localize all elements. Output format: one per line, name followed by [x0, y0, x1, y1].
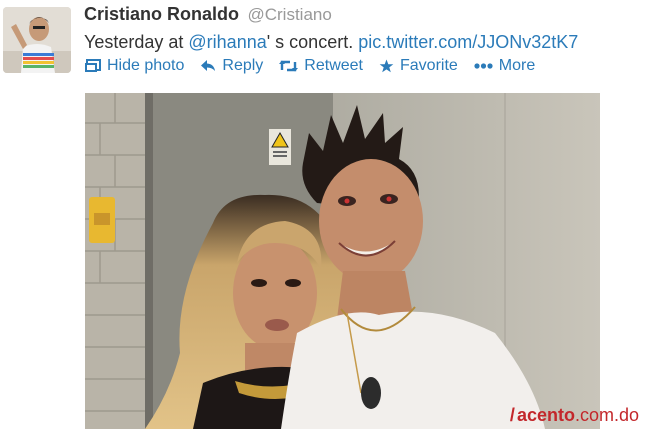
photo-icon	[85, 59, 101, 72]
photo-link[interactable]: pic.twitter.com/JJONv32tK7	[358, 32, 578, 52]
watermark-brand: acento	[516, 405, 575, 425]
user-handle[interactable]: @Cristiano	[247, 5, 331, 24]
avatar-image	[3, 7, 71, 73]
retweet-label: Retweet	[304, 57, 363, 74]
reply-label: Reply	[222, 57, 264, 74]
retweet-button[interactable]: Retweet	[279, 57, 363, 75]
reply-button[interactable]: Reply	[200, 57, 263, 75]
star-icon	[379, 59, 394, 73]
favorite-button[interactable]: Favorite	[379, 57, 458, 75]
watermark-domain: .com.do	[574, 405, 639, 425]
more-button[interactable]: More	[474, 57, 535, 75]
tweet-text-middle: ' s concert.	[266, 32, 359, 52]
watermark: / acento.com.do	[510, 405, 639, 426]
display-name[interactable]: Cristiano Ronaldo	[84, 4, 239, 24]
tweet-text-prefix: Yesterday at	[84, 32, 189, 52]
ellipsis-icon	[474, 63, 493, 69]
watermark-slash-mark: /	[509, 405, 515, 425]
avatar[interactable]	[3, 7, 71, 73]
reply-icon	[201, 60, 216, 71]
more-label: More	[498, 57, 536, 74]
tweet-header: Cristiano Ronaldo @Cristiano	[84, 4, 332, 25]
mention-link[interactable]: @rihanna	[188, 32, 266, 52]
tweet-actions: Hide photo Reply Retweet Favorite More	[84, 57, 551, 75]
hide-photo-button[interactable]: Hide photo	[84, 57, 184, 75]
photo-image	[85, 93, 600, 429]
tweet-photo[interactable]	[85, 93, 600, 429]
retweet-icon	[279, 60, 299, 72]
hide-photo-label: Hide photo	[107, 57, 185, 74]
favorite-label: Favorite	[400, 57, 458, 74]
tweet-text: Yesterday at @rihanna' s concert. pic.tw…	[84, 32, 578, 53]
